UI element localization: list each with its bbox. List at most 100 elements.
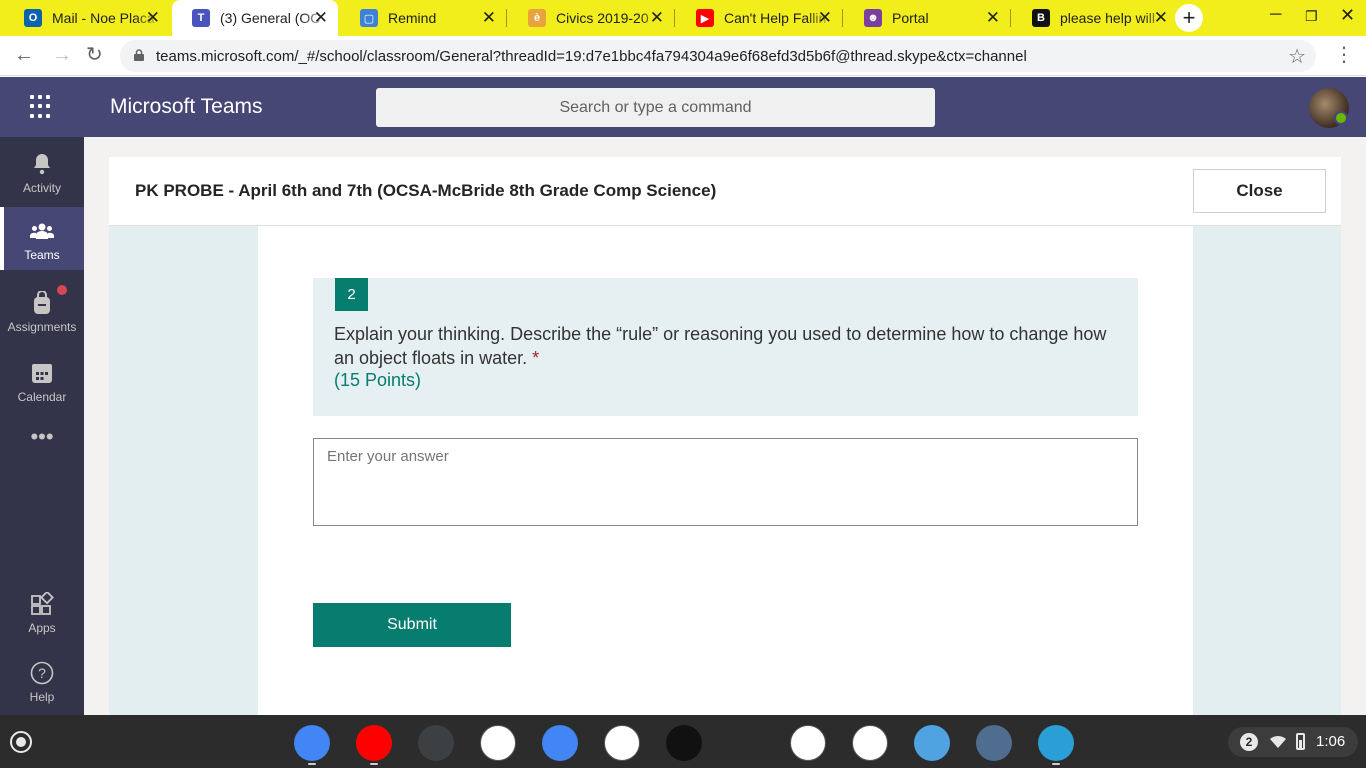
rail-item-apps[interactable]: Apps <box>0 580 84 646</box>
running-indicator <box>370 763 378 765</box>
browser-tab[interactable]: O Mail - Noe Placa ✕ <box>4 0 170 36</box>
tab-close-icon[interactable]: ✕ <box>1154 9 1168 26</box>
submit-button[interactable]: Submit <box>313 603 511 647</box>
answer-input[interactable] <box>313 438 1138 526</box>
question-text: Explain your thinking. Describe the “rul… <box>334 322 1124 370</box>
tab-close-icon[interactable]: ✕ <box>650 9 664 26</box>
portal-icon: ☻ <box>864 9 882 27</box>
running-indicator <box>1052 763 1060 765</box>
back-button[interactable]: ← <box>14 44 34 66</box>
tab-separator <box>674 9 675 27</box>
calendar-icon <box>32 364 52 383</box>
tab-close-icon[interactable]: ✕ <box>818 9 832 26</box>
rail-item-label: Calendar <box>17 390 67 404</box>
rail-item-label: Assignments <box>7 320 77 334</box>
more-apps-button[interactable]: ••• <box>0 426 84 467</box>
toolbox-icon[interactable] <box>976 725 1012 761</box>
new-tab-button[interactable]: + <box>1175 4 1203 32</box>
tab-separator <box>1010 9 1011 27</box>
forward-button[interactable]: → <box>52 44 72 66</box>
clock: 1:06 <box>1316 733 1346 750</box>
presence-available-icon <box>1334 111 1348 125</box>
question-block: 2 Explain your thinking. Describe the “r… <box>313 278 1138 416</box>
outlook-icon: O <box>24 9 42 27</box>
search-input[interactable]: Search or type a command <box>376 88 935 127</box>
battery-icon <box>1296 733 1305 750</box>
rail-item-label: Activity <box>22 181 61 195</box>
bell-icon <box>34 154 50 175</box>
youtube-icon: ▶ <box>696 9 714 27</box>
browser-tab[interactable]: Bplease help will ✕ <box>1012 0 1178 36</box>
camera-icon[interactable] <box>790 725 826 761</box>
teams-icon: T <box>192 9 210 27</box>
tab-close-icon[interactable]: ✕ <box>314 9 328 26</box>
teams-header: Microsoft Teams Search or type a command <box>0 77 1366 137</box>
notification-badge <box>57 285 67 295</box>
calculator-icon[interactable] <box>418 725 454 761</box>
maximize-button[interactable]: ❐ <box>1305 8 1318 25</box>
browser-tab[interactable]: ☻ Portal ✕ <box>844 0 1010 36</box>
rail-item-label: Help <box>29 690 55 704</box>
form-card: 2 Explain your thinking. Describe the “r… <box>258 226 1193 715</box>
help-icon: ? <box>30 661 54 685</box>
rail-item-assignments[interactable]: Assignments <box>0 279 84 345</box>
wifi-icon <box>1270 735 1286 748</box>
settings-icon[interactable] <box>542 725 578 761</box>
question-number-badge: 2 <box>335 278 368 311</box>
reload-button[interactable]: ↻ <box>86 44 103 66</box>
backpack-icon <box>34 291 50 314</box>
rail-item-teams[interactable]: Teams <box>0 207 84 270</box>
notification-count-badge: 2 <box>1240 733 1258 751</box>
snapseed-icon[interactable] <box>604 725 640 761</box>
status-tray[interactable]: 2 1:06 <box>1228 727 1358 757</box>
youtube-icon[interactable] <box>356 725 392 761</box>
gmail-icon[interactable] <box>852 725 888 761</box>
running-indicator <box>308 763 316 765</box>
tab-close-icon[interactable]: ✕ <box>482 9 496 26</box>
lock-icon <box>134 49 144 61</box>
tab-close-icon[interactable]: ✕ <box>986 9 1000 26</box>
rail-item-calendar[interactable]: Calendar <box>0 349 84 415</box>
brainly-icon: B <box>1032 9 1050 27</box>
cloud-app-icon[interactable] <box>914 725 950 761</box>
address-bar[interactable]: teams.microsoft.com/_#/school/classroom/… <box>120 40 1316 72</box>
bookmark-star-icon[interactable]: ☆ <box>1288 44 1306 69</box>
quizlet-icon[interactable] <box>666 725 702 761</box>
edpuzzle-icon: è <box>528 9 546 27</box>
app-launcher-icon[interactable] <box>30 95 54 119</box>
photos-icon[interactable] <box>728 725 764 761</box>
apps-icon <box>31 592 54 615</box>
teams-app-bar: Activity Teams Assignments Calendar ••• … <box>0 137 84 715</box>
rail-item-activity[interactable]: Activity <box>0 140 84 206</box>
required-marker: * <box>532 348 540 368</box>
rail-item-help[interactable]: ? Help <box>0 649 84 715</box>
remind-icon: ▢ <box>360 9 378 27</box>
page-title: PK PROBE - April 6th and 7th (OCSA-McBri… <box>135 181 717 200</box>
teams-people-icon <box>30 223 54 239</box>
question-points: (15 Points) <box>334 370 422 390</box>
close-window-button[interactable]: ✕ <box>1340 5 1355 26</box>
rail-item-label: Teams <box>24 248 60 262</box>
assignment-header: PK PROBE - April 6th and 7th (OCSA-McBri… <box>109 157 1341 226</box>
tab-close-icon[interactable]: ✕ <box>146 9 160 26</box>
question-body: Explain your thinking. Describe the “rul… <box>334 324 1107 368</box>
browser-menu-icon[interactable]: ⋮ <box>1334 42 1354 67</box>
browser-tab[interactable]: ▢ Remind ✕ <box>340 0 506 36</box>
os-shelf: 2 1:06 <box>0 715 1366 768</box>
browser-tab[interactable]: ▶ Can't Help Fallin ✕ <box>676 0 842 36</box>
launcher-icon[interactable] <box>10 731 32 753</box>
play-store-icon[interactable] <box>480 725 516 761</box>
tab-separator <box>842 9 843 27</box>
rail-item-label: Apps <box>28 621 56 635</box>
cloud-sync-icon[interactable] <box>1038 725 1074 761</box>
browser-tab[interactable]: T (3) General (OC ✕ <box>172 0 338 36</box>
chrome-icon[interactable] <box>294 725 330 761</box>
close-button[interactable]: Close <box>1193 169 1326 213</box>
minimize-button[interactable]: ─ <box>1270 6 1281 24</box>
tab-separator <box>506 9 507 27</box>
app-title: Microsoft Teams <box>110 95 263 118</box>
browser-toolbar: ← → ↻ teams.microsoft.com/_#/school/clas… <box>0 36 1366 76</box>
url-text: teams.microsoft.com/_#/school/classroom/… <box>156 48 1027 65</box>
browser-tab[interactable]: è Civics 2019-20 ✕ <box>508 0 674 36</box>
svg-text:?: ? <box>38 665 46 681</box>
